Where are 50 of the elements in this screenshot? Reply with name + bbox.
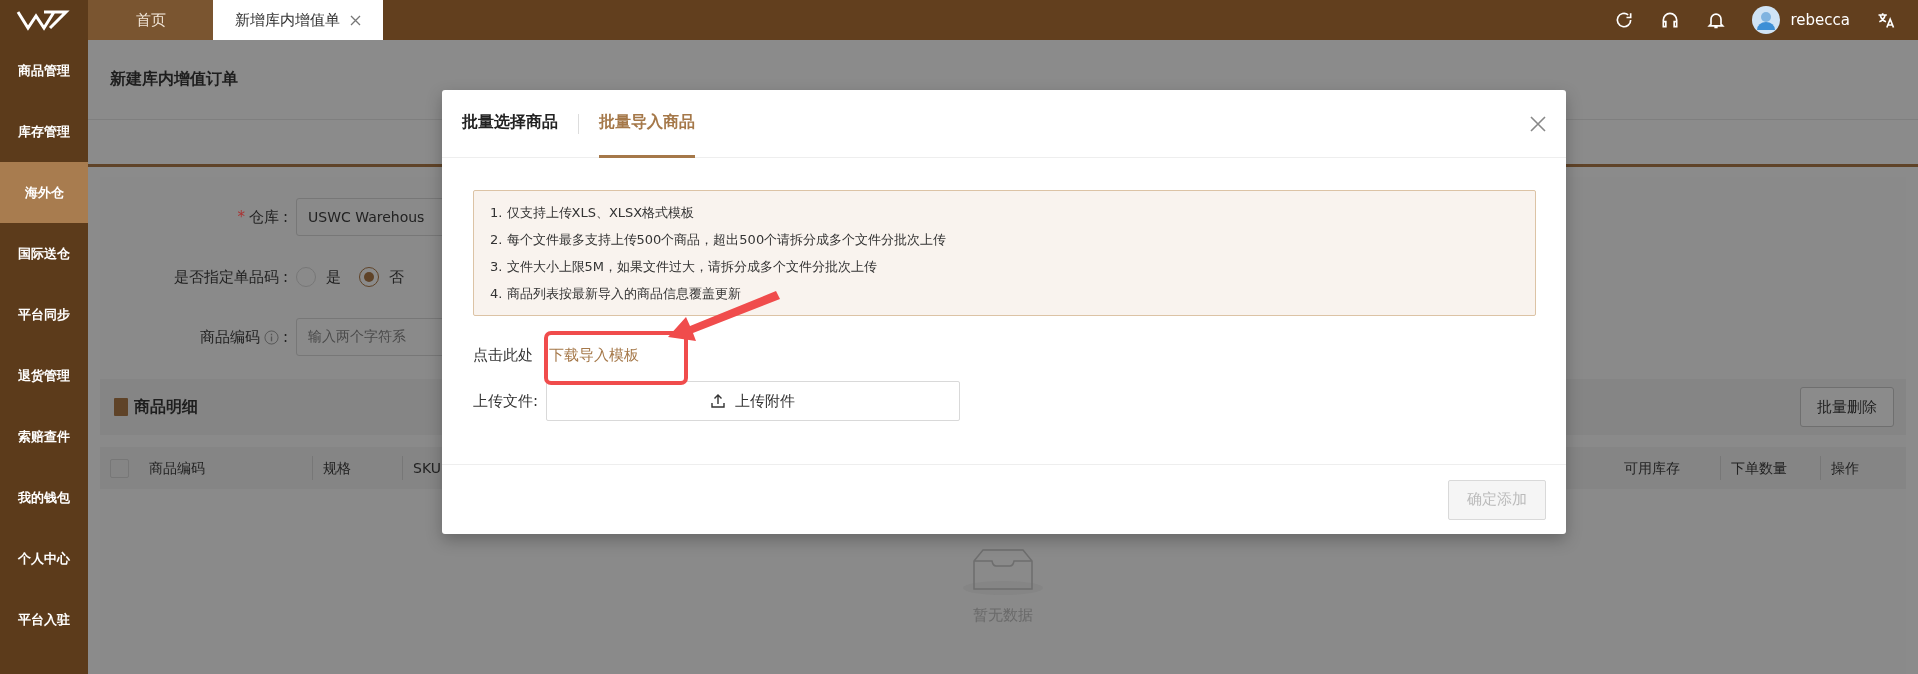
user-name[interactable]: rebecca [1790, 11, 1850, 29]
batch-delete-button[interactable]: 批量删除 [1800, 387, 1894, 427]
headset-icon[interactable] [1660, 10, 1681, 30]
sidebar-item[interactable]: 平台同步 [0, 284, 88, 345]
top-tab[interactable]: 新增库内增值单 [213, 0, 383, 40]
column-header: 操作 [1830, 459, 1860, 478]
sidebar-item[interactable]: 平台入驻 [0, 589, 88, 650]
download-hint: 点击此处 [473, 346, 533, 365]
bell-icon[interactable] [1706, 10, 1727, 30]
dialog-tab[interactable]: 批量选择商品 [462, 89, 558, 158]
top-tab[interactable]: 首页 [88, 0, 213, 40]
notice-line: 4. 商品列表按最新导入的商品信息覆盖更新 [490, 285, 742, 303]
field-label: 商品编码 [199, 327, 260, 347]
column-header: 可用库存 [1624, 456, 1721, 480]
refresh-icon[interactable] [1614, 10, 1635, 30]
upload-icon [711, 394, 726, 408]
avatar-icon[interactable] [1752, 6, 1781, 34]
column-header: 下单数量 [1721, 456, 1821, 480]
field-label: 仓库 [248, 207, 279, 227]
sidebar-item[interactable]: 索赔查件 [0, 406, 88, 467]
sidebar-item[interactable]: 我的钱包 [0, 467, 88, 528]
notice-line: 2. 每个文件最多支持上传500个商品，超出500个请拆分成多个文件分批次上传 [490, 231, 948, 249]
sidebar-item[interactable]: 国际送仓 [0, 223, 88, 284]
translate-icon[interactable] [1876, 10, 1896, 30]
page-title: 新建库内增值订单 [110, 69, 238, 90]
sidebar-item[interactable]: 退货管理 [0, 345, 88, 406]
label-colon: : [282, 208, 288, 226]
section-title: 商品明细 [134, 396, 198, 418]
upload-label: 上传文件: [473, 391, 539, 411]
column-header: 规格 [313, 456, 403, 480]
label-colon: : [282, 268, 288, 286]
sidebar-item[interactable]: 商品管理 [0, 40, 88, 101]
dialog-tab[interactable]: 批量导入商品 [599, 89, 695, 158]
download-template-link[interactable]: 下载导入模板 [549, 346, 639, 365]
sidebar-item[interactable]: 库存管理 [0, 101, 88, 162]
upload-button[interactable]: 上传附件 [546, 381, 961, 421]
close-icon[interactable] [1530, 115, 1546, 132]
close-icon[interactable] [350, 14, 361, 26]
field-label: 是否指定单品码 [173, 267, 279, 287]
notice-line: 3. 文件大小上限5M，如果文件过大，请拆分成多个文件分批次上传 [490, 258, 879, 276]
book-icon [114, 398, 128, 416]
sidebar-item[interactable]: 个人中心 [0, 528, 88, 589]
radio-label: 是 [326, 267, 341, 287]
label-colon: : [282, 328, 288, 346]
radio-label: 否 [389, 267, 404, 287]
required-mark: * [237, 208, 245, 226]
column-header: SKU [412, 459, 442, 478]
column-header: 商品编码 [149, 456, 313, 480]
notice-line: 1. 仅支持上传XLS、XLSX格式模板 [490, 204, 696, 222]
sidebar-item[interactable]: 海外仓 [0, 162, 88, 223]
